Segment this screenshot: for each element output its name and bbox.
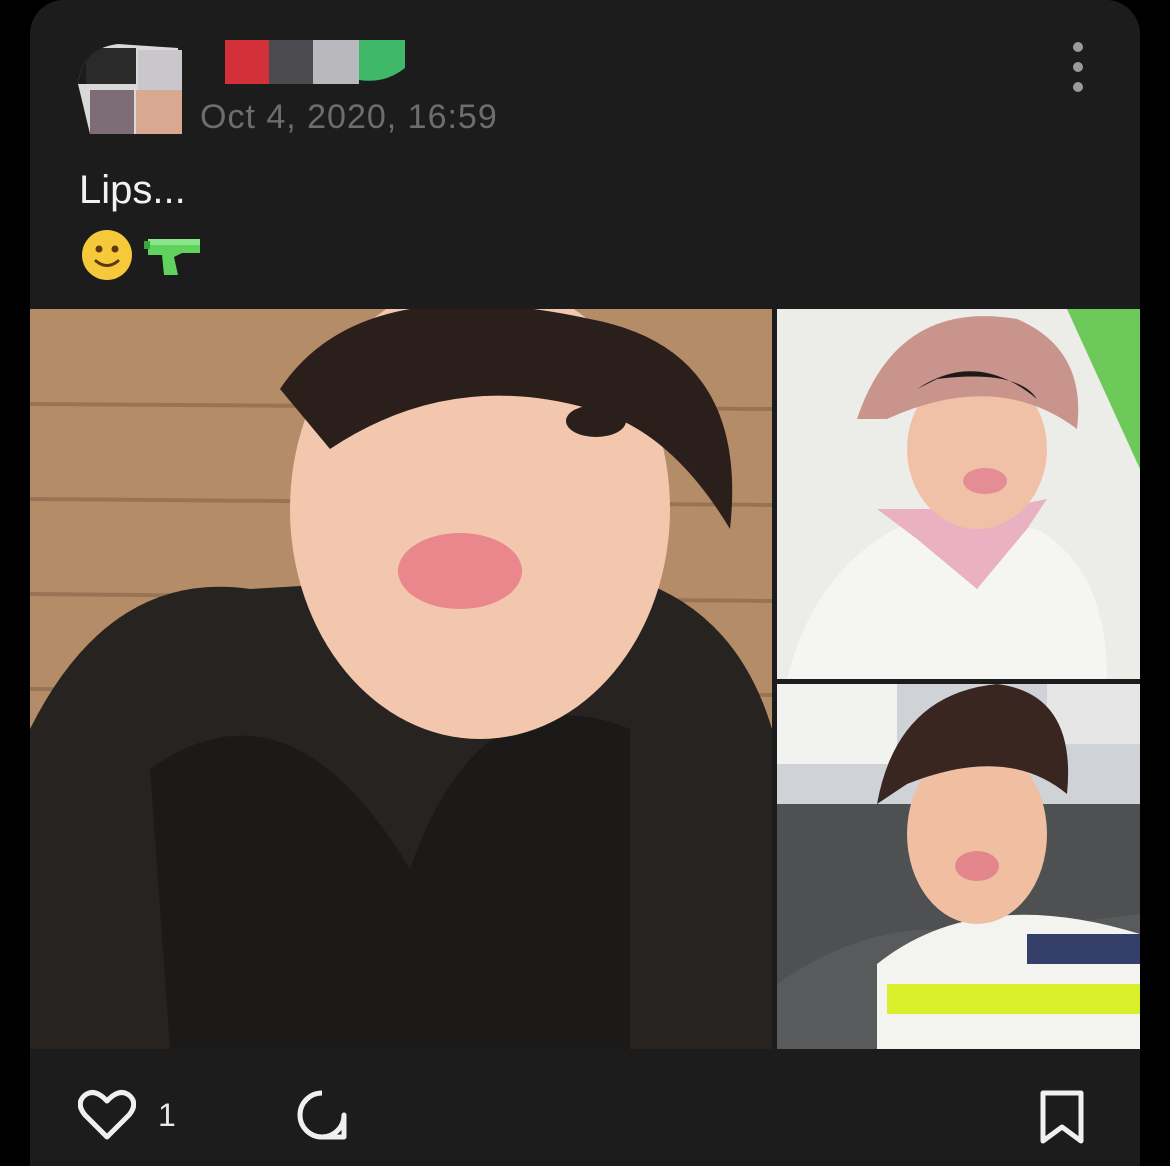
like-button[interactable]: [77, 1089, 138, 1145]
save-button[interactable]: [1038, 1089, 1086, 1147]
avatar[interactable]: [78, 44, 182, 134]
like-count: 1: [158, 1097, 176, 1133]
username-redacted[interactable]: [225, 40, 405, 84]
more-vertical-icon: [1073, 42, 1083, 52]
heart-icon: [77, 1089, 137, 1140]
post-actions-bar: 1: [30, 1049, 1140, 1166]
post-caption: Lips...: [79, 168, 186, 212]
post-timestamp: Oct 4, 2020, 16:59: [200, 98, 498, 136]
post-photo-1[interactable]: [30, 309, 772, 1049]
water-pistol-icon: [144, 231, 204, 284]
post-photo-2[interactable]: [777, 309, 1140, 679]
comment-bubble-icon: [297, 1090, 347, 1140]
bookmark-icon: [1040, 1090, 1084, 1144]
more-options-button[interactable]: [1066, 42, 1090, 92]
post-emojis: [80, 228, 204, 287]
comment-button[interactable]: [295, 1089, 349, 1143]
post-photo-3[interactable]: [777, 684, 1140, 1049]
slightly-smiling-face-icon: [80, 228, 134, 287]
post-card: Oct 4, 2020, 16:59 Lips... 1: [30, 0, 1140, 1166]
